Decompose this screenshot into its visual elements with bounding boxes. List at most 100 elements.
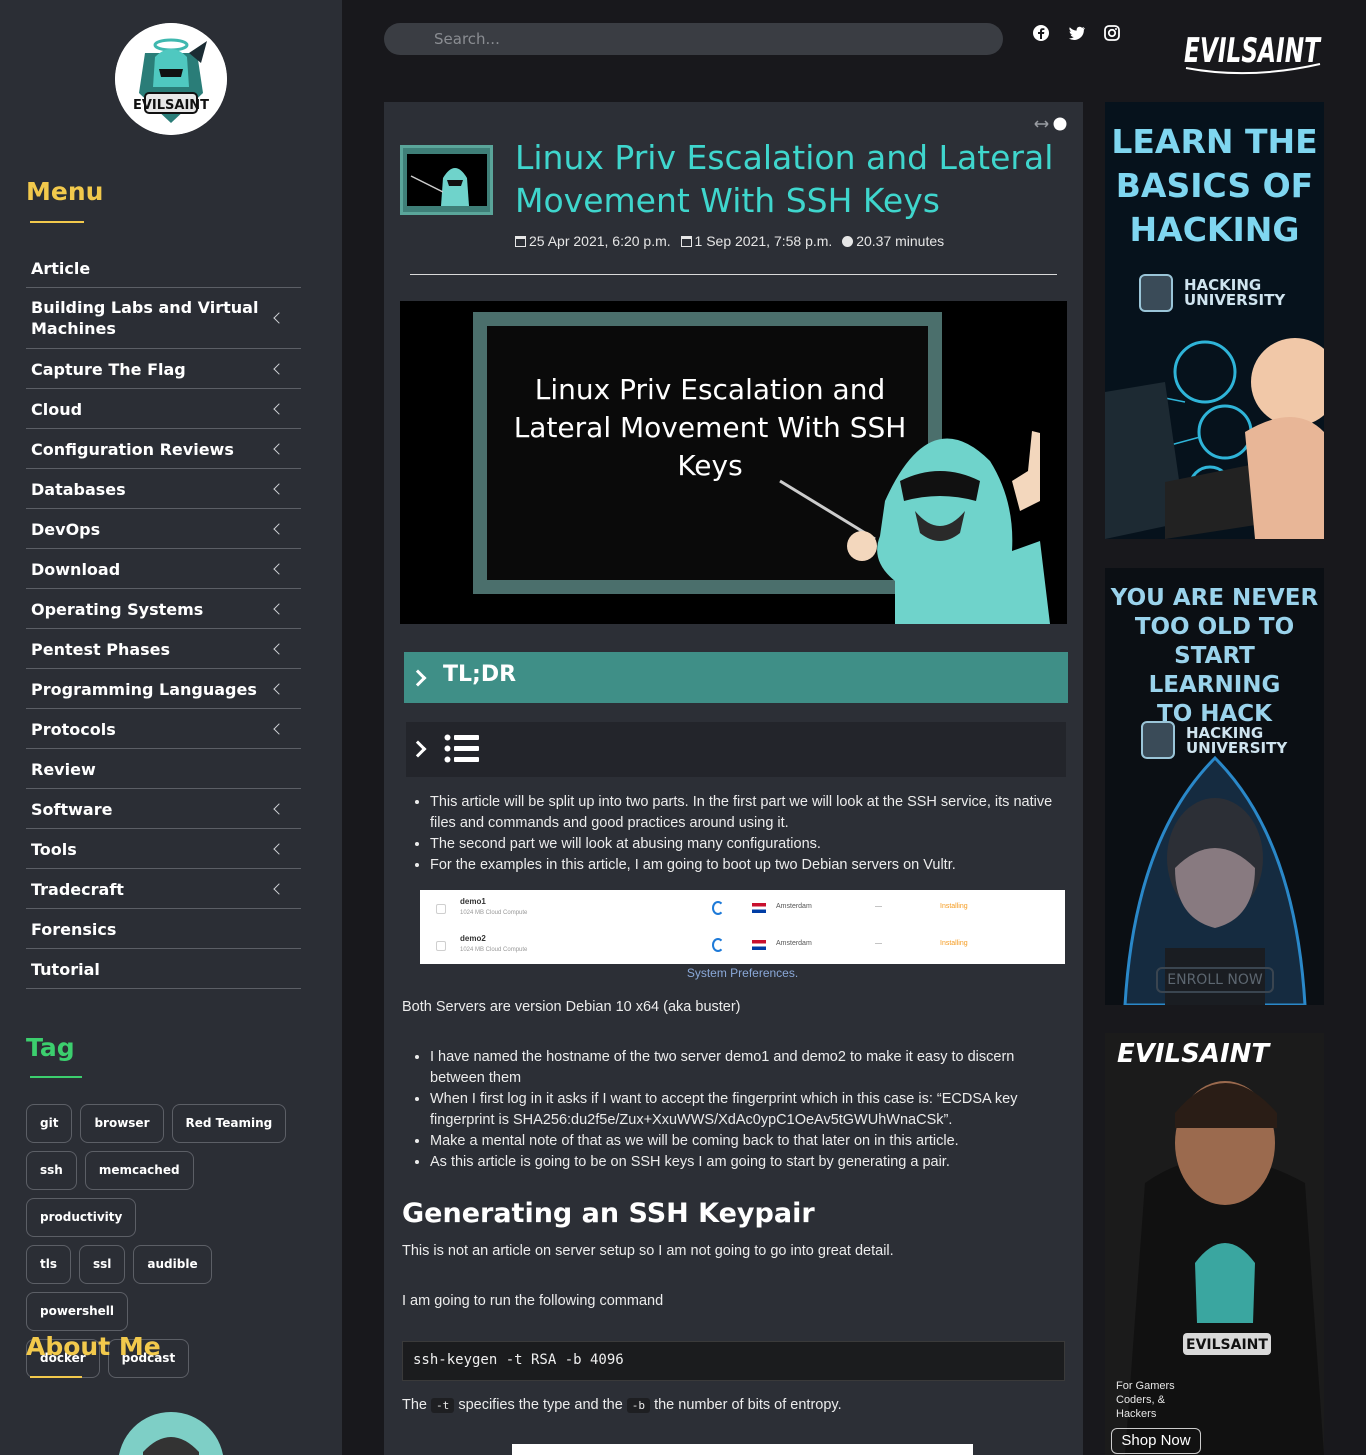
tag-red-teaming[interactable]: Red Teaming (171, 1104, 287, 1143)
code-block[interactable]: ssh-keygen -t RSA -b 4096 (402, 1341, 1065, 1381)
menu-item-label: Download (31, 560, 121, 579)
width-toggle[interactable] (1034, 116, 1074, 132)
menu-item-label: Programming Languages (31, 680, 257, 699)
intro-bullets: This article will be split up into two p… (402, 792, 1062, 876)
menu-item-software[interactable]: Software (26, 789, 301, 829)
twitter-icon[interactable] (1068, 24, 1086, 42)
ad3-tagline: For Gamers Coders, & Hackers (1116, 1380, 1175, 1420)
tag-browser[interactable]: browser (80, 1104, 164, 1143)
menu-item-building-labs-and-virtual-machines[interactable]: Building Labs and Virtual Machines (26, 288, 301, 349)
menu-item-forensics[interactable]: Forensics (26, 909, 301, 949)
server-row: demo2 1024 MB Cloud Compute Amsterdam — Inst… (420, 927, 1065, 964)
tag-git[interactable]: git (26, 1104, 73, 1143)
menu-item-article[interactable]: Article (26, 248, 301, 288)
menu-item-programming-languages[interactable]: Programming Languages (26, 669, 301, 709)
menu-item-configuration-reviews[interactable]: Configuration Reviews (26, 429, 301, 469)
chevron-left-icon (273, 522, 285, 535)
bullet-item: As this article is going to be on SSH ke… (430, 1152, 1062, 1173)
tldr-accordion[interactable]: TL;DR (404, 652, 1068, 703)
menu-item-label: Protocols (31, 720, 116, 739)
tag-audible[interactable]: audible (133, 1245, 212, 1284)
shirt-text: EVILSAINT (1186, 1337, 1268, 1353)
menu-item-tutorial[interactable]: Tutorial (26, 949, 301, 989)
chevron-left-icon (273, 402, 285, 415)
ad-never-too-old[interactable]: YOU ARE NEVER TOO OLD TO START LEARNING TO … (1105, 568, 1324, 1005)
chevron-left-icon (273, 882, 285, 895)
menu-item-label: Operating Systems (31, 600, 204, 619)
chevron-left-icon (273, 442, 285, 455)
calendar-plus-icon (680, 236, 692, 247)
menu-heading-underline (30, 221, 84, 223)
article-meta: 25 Apr 2021, 6:20 p.m. 1 Sep 2021, 7:58 … (515, 233, 950, 249)
debian-icon (712, 901, 724, 915)
server-list-screenshot: demo1 1024 MB Cloud Compute Amsterdam — Inst… (420, 890, 1065, 964)
inline-code: -b (626, 1398, 651, 1413)
menu-item-protocols[interactable]: Protocols (26, 709, 301, 749)
tag-tls[interactable]: tls (26, 1245, 71, 1284)
menu-item-review[interactable]: Review (26, 749, 301, 789)
menu-item-download[interactable]: Download (26, 549, 301, 589)
menu-item-label: Tutorial (31, 960, 100, 979)
ad1-headline: LEARN THE BASICS OF HACKING (1111, 122, 1318, 249)
hacker-mascot-logo-image: EVILSAINT (115, 23, 227, 135)
server-row: demo1 1024 MB Cloud Compute Amsterdam — Inst… (420, 890, 1065, 927)
brand-logo-text: EVILSAINT (1184, 31, 1322, 71)
facebook-icon[interactable] (1032, 24, 1050, 42)
search-input[interactable] (434, 23, 974, 55)
menu-item-capture-the-flag[interactable]: Capture The Flag (26, 349, 301, 389)
hero-image-text: Linux Priv Escalation and Lateral Moveme… (513, 373, 907, 482)
hacking-university-badge (1139, 274, 1173, 312)
search-box (384, 23, 1003, 55)
read-time: 20.37 minutes (842, 233, 944, 249)
site-logo[interactable]: EVILSAINT (115, 23, 227, 135)
tag-ssl[interactable]: ssl (79, 1245, 126, 1284)
ad-learn-hacking[interactable]: LEARN THE BASICS OF HACKING HACKING UNIVERS… (1105, 102, 1324, 539)
list-icon (444, 734, 479, 763)
menu-item-databases[interactable]: Databases (26, 469, 301, 509)
created-date: 25 Apr 2021, 6:20 p.m. (515, 233, 671, 249)
menu-item-label: Pentest Phases (31, 640, 171, 659)
menu-list: Article Building Labs and Virtual Machine… (26, 248, 301, 989)
tag-memcached[interactable]: memcached (84, 1151, 194, 1190)
about-avatar (118, 1412, 224, 1455)
ad-evilsaint-merch[interactable]: EVILSAINT EVILSAINT For Gamers Coders, &… (1105, 1033, 1324, 1455)
server-name: demo1 (460, 897, 486, 906)
menu-item-devops[interactable]: DevOps (26, 509, 301, 549)
versions-text: Both Servers are version Debian 10 x64 (… (402, 999, 741, 1015)
paragraph-setup: This is not an article on server setup s… (402, 1243, 894, 1259)
article-thumbnail (400, 145, 493, 215)
code-text: ssh-keygen -t RSA -b 4096 (413, 1352, 624, 1368)
shop-now-button[interactable]: Shop Now (1111, 1428, 1201, 1454)
stopwatch-icon (842, 236, 854, 247)
chevron-left-icon (273, 642, 285, 655)
article-title: Linux Priv Escalation and Lateral Moveme… (515, 138, 1054, 220)
table-of-contents-toggle[interactable] (406, 722, 1066, 777)
tag-productivity[interactable]: productivity (26, 1198, 137, 1237)
chevron-left-icon (273, 682, 285, 695)
menu-item-cloud[interactable]: Cloud (26, 389, 301, 429)
menu-item-label: Software (31, 800, 113, 819)
host-list-wrap: I have named the hostname of the two ser… (402, 1047, 1062, 1173)
tag-powershell[interactable]: powershell (26, 1292, 129, 1331)
section-heading: Generating an SSH Keypair (402, 1198, 815, 1229)
chevron-right-icon (409, 669, 427, 687)
title-divider (410, 274, 1057, 275)
menu-item-tradecraft[interactable]: Tradecraft (26, 869, 301, 909)
server-status: Installing (940, 940, 968, 947)
menu-item-operating-systems[interactable]: Operating Systems (26, 589, 301, 629)
tag-ssh[interactable]: ssh (26, 1151, 77, 1190)
brand-logo[interactable]: EVILSAINT (1180, 18, 1326, 80)
about-heading-underline (30, 1376, 82, 1378)
menu-item-pentest-phases[interactable]: Pentest Phases (26, 629, 301, 669)
menu-item-tools[interactable]: Tools (26, 829, 301, 869)
menu-item-label: Databases (31, 480, 126, 499)
instagram-icon[interactable] (1103, 24, 1121, 42)
figure-caption: System Preferences. (686, 966, 799, 980)
server-ip: — (875, 903, 882, 910)
chevron-left-icon (273, 482, 285, 495)
server-name: demo2 (460, 934, 486, 943)
intro-list-wrap: This article will be split up into two p… (402, 792, 1062, 876)
bullet-item: For the examples in this article, I am g… (430, 855, 1062, 876)
enroll-now-button[interactable]: ENROLL NOW (1156, 967, 1274, 993)
host-bullets: I have named the hostname of the two ser… (402, 1047, 1062, 1173)
